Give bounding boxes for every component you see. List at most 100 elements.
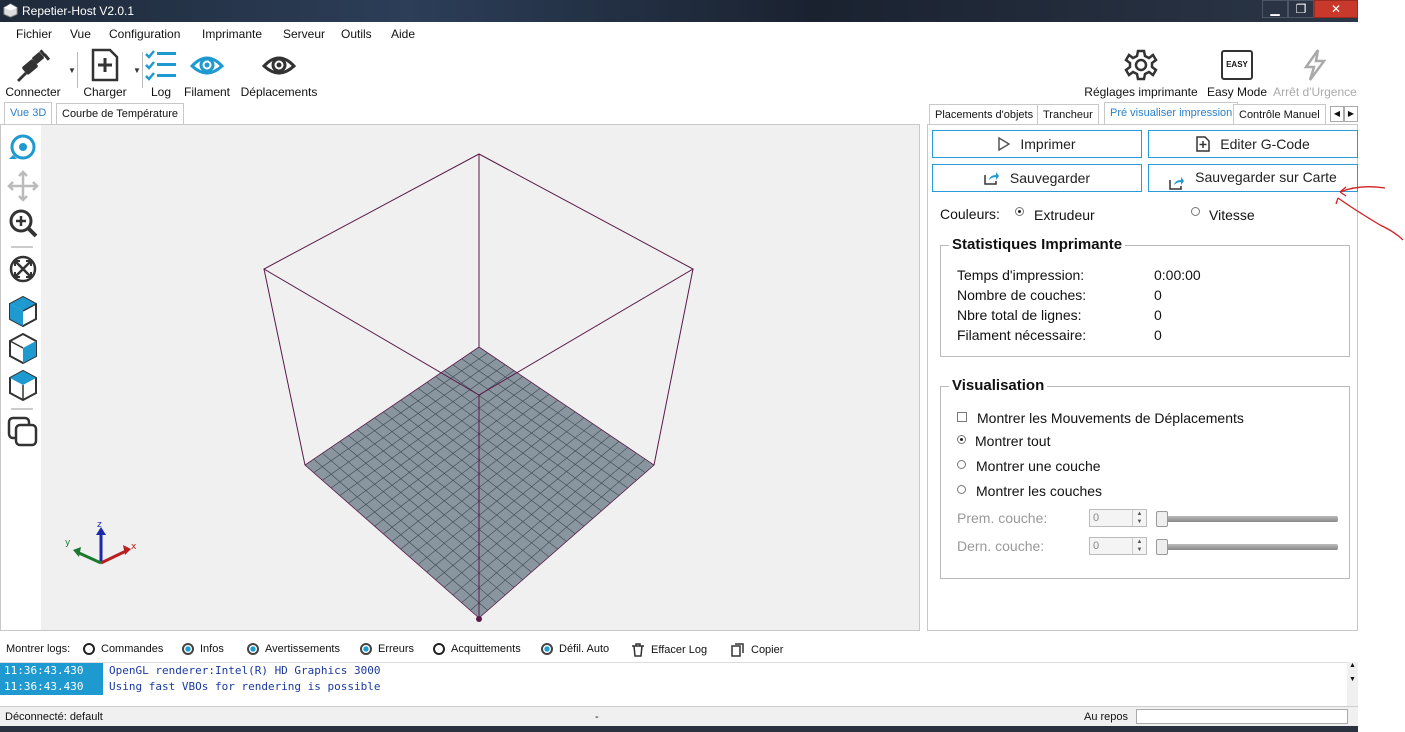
printer-stats-group: Statistiques Imprimante Temps d'impressi… <box>940 236 1350 357</box>
first-layer-spinner[interactable]: 0 ▲ ▼ <box>1089 509 1147 527</box>
annotation-arrow-icon <box>1335 186 1404 241</box>
tab-pre-visualiser[interactable]: Pré visualiser impression <box>1104 102 1239 125</box>
zoom-view-icon[interactable] <box>9 209 38 238</box>
iso-view-icon[interactable] <box>9 295 37 328</box>
spinner-arrows-icon[interactable]: ▲ ▼ <box>1132 510 1146 526</box>
log-commands-toggle[interactable]: Commandes <box>83 643 163 656</box>
show-layers-radio[interactable] <box>957 485 966 494</box>
log-acks-toggle[interactable]: Acquittements <box>433 643 521 656</box>
svg-text:y: y <box>65 538 71 548</box>
stat-filament-value: 0 <box>1154 327 1162 343</box>
progress-bar <box>1136 709 1348 724</box>
slider-thumb[interactable] <box>1156 511 1168 527</box>
eye-icon <box>262 56 296 75</box>
load-button[interactable]: Charger <box>82 48 128 99</box>
visualisation-group: Visualisation Montrer les Mouvements de … <box>940 377 1350 579</box>
clear-log-button[interactable]: Effacer Log <box>631 643 707 657</box>
save-button[interactable]: Sauvegarder <box>932 164 1142 192</box>
stats-title: Statistiques Imprimante <box>949 236 1126 253</box>
move-view-icon[interactable] <box>7 170 39 202</box>
clear-log-label: Effacer Log <box>651 643 708 656</box>
stat-layers-label: Nombre de couches: <box>957 287 1087 303</box>
menu-serveur[interactable]: Serveur <box>283 27 325 41</box>
stat-filament-label: Filament nécessaire: <box>957 327 1087 343</box>
log-button[interactable]: Log <box>144 48 178 99</box>
log-message: OpenGL renderer:Intel(R) HD Graphics 300… <box>109 664 381 677</box>
add-file-icon <box>1196 136 1210 152</box>
save-label: Sauvegarder <box>1009 170 1091 186</box>
print-button[interactable]: Imprimer <box>932 130 1142 158</box>
show-all-label: Montrer tout <box>975 433 1051 449</box>
maximize-button[interactable]: ❐ <box>1288 0 1314 18</box>
connection-status: Déconnecté: default <box>5 711 103 723</box>
show-one-layer-label: Montrer une couche <box>976 458 1101 474</box>
connect-dropdown-icon[interactable]: ▼ <box>68 66 76 75</box>
radio-checked-icon <box>541 643 553 656</box>
log-filter-bar: Montrer logs: Commandes Infos Avertissem… <box>0 638 1358 662</box>
menu-bar: Fichier Vue Configuration Imprimante Ser… <box>0 22 1358 44</box>
3d-view[interactable]: x y z <box>0 124 920 631</box>
log-infos-toggle[interactable]: Infos <box>182 643 224 656</box>
fit-view-icon[interactable] <box>9 255 37 283</box>
menu-configuration[interactable]: Configuration <box>109 27 180 41</box>
log-line: 11:36:43.430 OpenGL renderer:Intel(R) HD … <box>0 663 381 679</box>
log-warnings-label: Avertissements <box>265 643 340 655</box>
gear-icon <box>1124 49 1158 81</box>
menu-outils[interactable]: Outils <box>341 27 372 41</box>
log-scrollbar[interactable]: ▲ ▼ <box>1347 662 1358 706</box>
lightning-icon <box>1303 49 1327 81</box>
log-errors-toggle[interactable]: Erreurs <box>360 643 414 656</box>
show-one-layer-radio[interactable] <box>957 460 966 469</box>
tab-trancheur[interactable]: Trancheur <box>1037 104 1099 126</box>
menu-aide[interactable]: Aide <box>391 27 415 41</box>
menu-imprimante[interactable]: Imprimante <box>202 27 262 41</box>
close-button[interactable]: ✕ <box>1314 0 1358 18</box>
printer-settings-label: Réglages imprimante <box>1084 85 1198 99</box>
edit-gcode-button[interactable]: Editer G-Code <box>1148 130 1358 158</box>
3d-scene[interactable]: x y z <box>1 125 919 630</box>
tab-courbe-temperature[interactable]: Courbe de Température <box>56 103 184 125</box>
rotate-view-icon[interactable] <box>9 134 36 160</box>
first-layer-slider[interactable] <box>1156 511 1338 527</box>
tab-placements-objets[interactable]: Placements d'objets <box>929 104 1040 126</box>
printer-settings-button[interactable]: Réglages imprimante <box>1083 48 1199 99</box>
log-label: Log <box>150 85 172 99</box>
plug-icon <box>17 49 51 82</box>
taskbar-strip <box>0 726 1358 732</box>
emergency-stop-button[interactable]: Arrêt d'Urgence <box>1272 48 1358 99</box>
load-dropdown-icon[interactable]: ▼ <box>133 66 141 75</box>
connect-button[interactable]: Connecter <box>4 48 62 99</box>
tab-controle-manuel[interactable]: Contrôle Manuel <box>1233 104 1326 126</box>
tab-scroll-left[interactable]: ◀ <box>1330 106 1344 122</box>
tab-scroll-right[interactable]: ▶ <box>1344 106 1358 122</box>
log-warnings-toggle[interactable]: Avertissements <box>247 643 340 656</box>
tab-vue-3d[interactable]: Vue 3D <box>4 102 53 125</box>
overlap-view-icon[interactable] <box>7 416 38 447</box>
moves-button[interactable]: Déplacements <box>238 48 320 99</box>
color-extruder-radio[interactable] <box>1015 207 1024 216</box>
last-layer-spinner[interactable]: 0 ▲ ▼ <box>1089 537 1147 555</box>
slider-thumb[interactable] <box>1156 539 1168 555</box>
save-to-card-button[interactable]: Sauvegarder sur Carte <box>1148 164 1358 192</box>
stat-lines-value: 0 <box>1154 307 1162 323</box>
spinner-arrows-icon[interactable]: ▲ ▼ <box>1132 538 1146 554</box>
menu-fichier[interactable]: Fichier <box>16 27 52 41</box>
menu-vue[interactable]: Vue <box>70 27 91 41</box>
top-view-icon[interactable] <box>9 369 37 402</box>
log-autoscroll-toggle[interactable]: Défil. Auto <box>541 643 609 656</box>
load-label: Charger <box>83 85 127 99</box>
last-layer-slider[interactable] <box>1156 539 1338 555</box>
front-view-icon[interactable] <box>9 332 37 365</box>
moves-label: Déplacements <box>240 85 318 99</box>
filament-button[interactable]: Filament <box>183 48 231 99</box>
log-area[interactable]: 11:36:43.430 OpenGL renderer:Intel(R) HD … <box>0 662 1358 706</box>
show-travel-checkbox[interactable] <box>957 412 967 422</box>
minimize-button[interactable]: ▁ <box>1262 0 1288 18</box>
export-icon <box>984 172 999 185</box>
svg-text:z: z <box>97 520 102 530</box>
easy-mode-button[interactable]: EASY Easy Mode <box>1205 48 1269 99</box>
origin-marker <box>476 616 482 622</box>
copy-log-button[interactable]: Copier <box>731 643 783 657</box>
show-all-radio[interactable] <box>957 435 966 444</box>
color-speed-radio[interactable] <box>1191 207 1200 216</box>
